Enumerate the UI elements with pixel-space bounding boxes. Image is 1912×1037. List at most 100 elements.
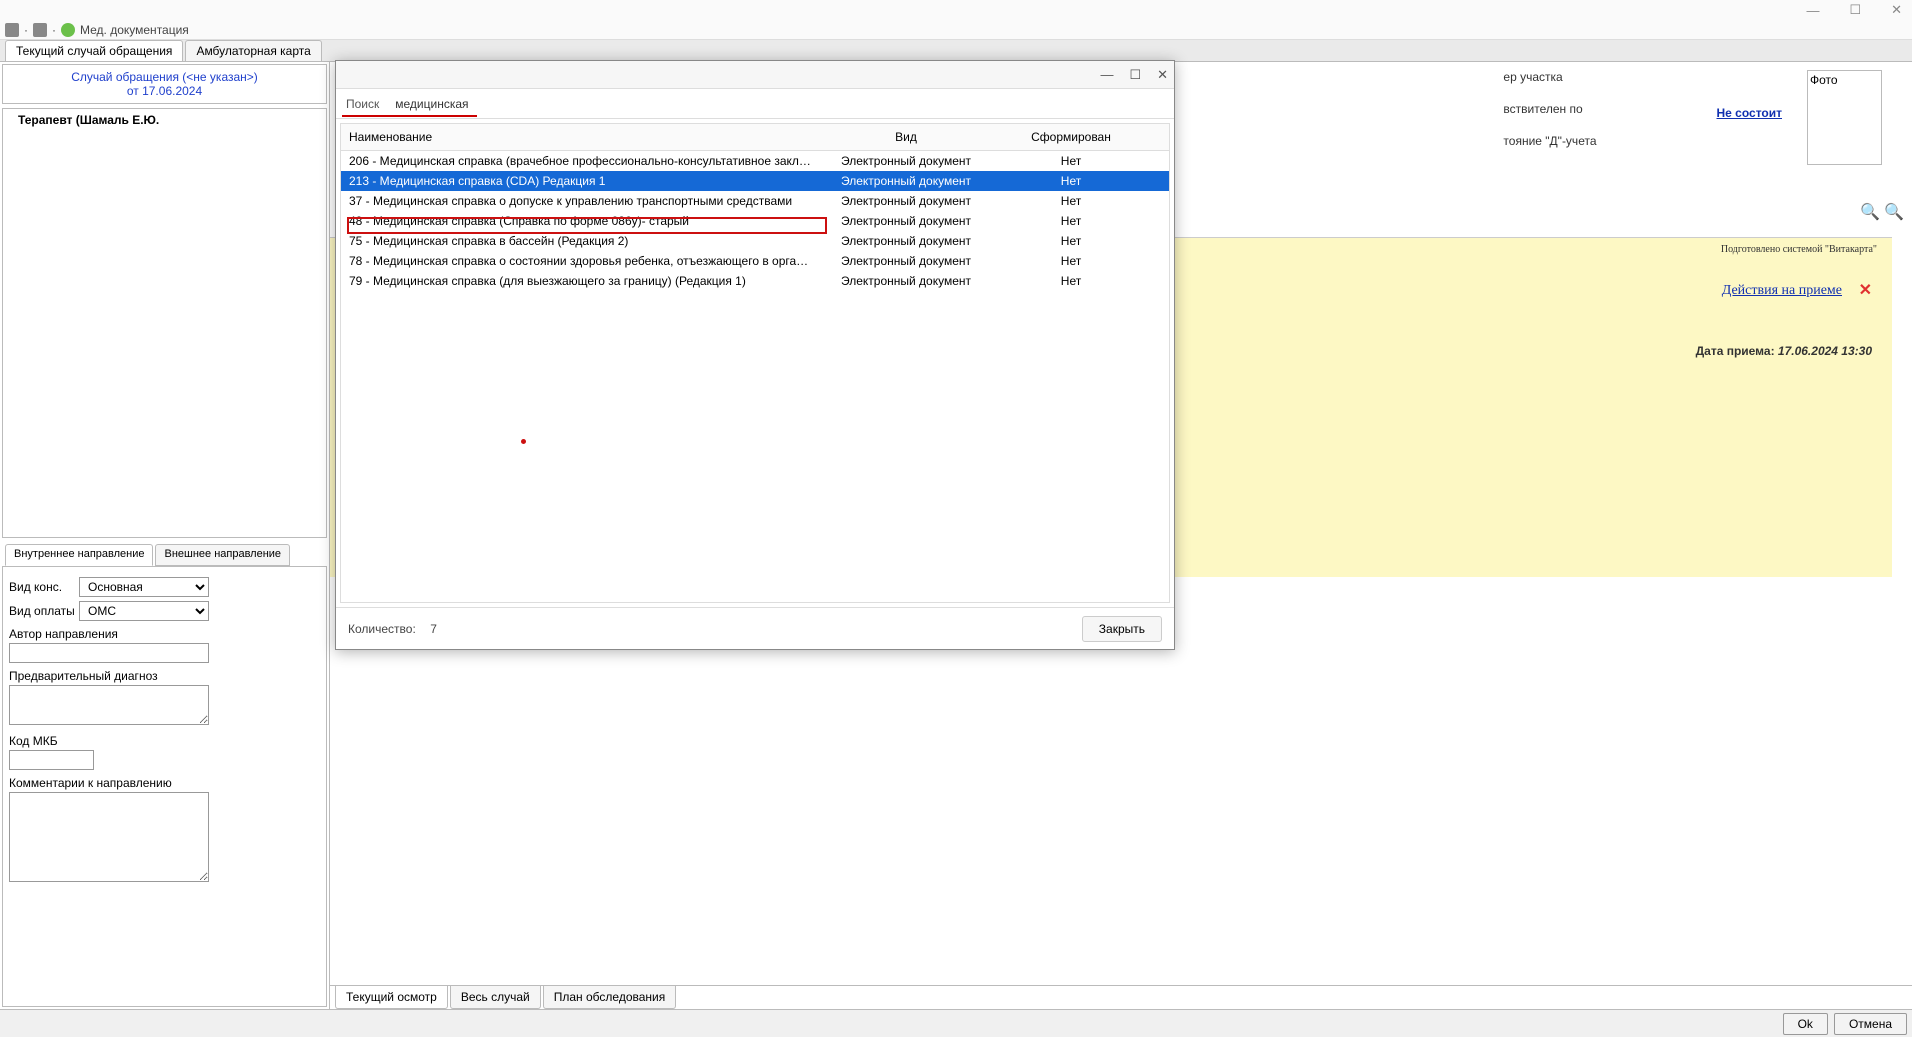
- cell-type: Электронный документ: [821, 273, 991, 289]
- cell-name: 206 - Медицинская справка (врачебное про…: [341, 153, 821, 169]
- photo-label: Фото: [1810, 73, 1838, 87]
- table-row[interactable]: 37 - Медицинская справка о допуске к упр…: [341, 191, 1169, 211]
- tab-exam-plan[interactable]: План обследования: [543, 986, 677, 1009]
- table-row[interactable]: 78 - Медицинская справка о состоянии здо…: [341, 251, 1169, 271]
- area-label: ер участка: [1503, 70, 1596, 84]
- cell-name: 213 - Медицинская справка (CDA) Редакция…: [341, 173, 821, 189]
- cell-type: Электронный документ: [821, 213, 991, 229]
- cell-type: Электронный документ: [821, 173, 991, 189]
- window-titlebar: — ☐ ✕: [0, 0, 1912, 20]
- left-panel: Случай обращения (<не указан>) от 17.06.…: [0, 62, 330, 1009]
- tab-current-case[interactable]: Текущий случай обращения: [5, 40, 183, 61]
- table-row[interactable]: 48 - Медицинская справка (Справка по фор…: [341, 211, 1169, 231]
- zoom-bar: 🔍 🔍: [1860, 202, 1904, 222]
- pay-select[interactable]: ОМС: [79, 601, 209, 621]
- mkb-input[interactable]: [9, 750, 94, 770]
- prediag-input[interactable]: [9, 685, 209, 725]
- search-dialog: — ☐ ✕ Поиск медицинская Наименование Вид…: [335, 60, 1175, 650]
- dstatus-link[interactable]: Не состоит: [1717, 106, 1783, 120]
- cell-generated: Нет: [991, 253, 1151, 269]
- cell-name: 75 - Медицинская справка в бассейн (Реда…: [341, 233, 821, 249]
- author-label: Автор направления: [9, 627, 320, 641]
- dialog-maximize-icon[interactable]: ☐: [1129, 67, 1141, 83]
- search-label: Поиск: [346, 97, 379, 111]
- cell-type: Электронный документ: [821, 153, 991, 169]
- photo-box: Фото: [1807, 70, 1882, 165]
- dialog-close-icon[interactable]: ✕: [1157, 67, 1168, 83]
- zoom-in-icon[interactable]: 🔍: [1860, 202, 1880, 222]
- cell-type: Электронный документ: [821, 233, 991, 249]
- dialog-titlebar: — ☐ ✕: [336, 61, 1174, 89]
- count-text: Количество: 7: [348, 621, 437, 636]
- prediag-label: Предварительный диагноз: [9, 669, 320, 683]
- cons-select[interactable]: Основная: [79, 577, 209, 597]
- bottom-tabs: Текущий осмотр Весь случай План обследов…: [330, 985, 1912, 1009]
- tree-node-therapist[interactable]: Терапевт (Шамаль Е.Ю.: [3, 109, 326, 131]
- col-generated[interactable]: Сформирован: [991, 124, 1151, 150]
- comments-input[interactable]: [9, 792, 209, 882]
- cell-generated: Нет: [991, 193, 1151, 209]
- cell-type: Электронный документ: [821, 253, 991, 269]
- app-toolbar: · · Мед. документация: [0, 20, 1912, 40]
- col-name[interactable]: Наименование: [341, 124, 821, 150]
- cell-generated: Нет: [991, 273, 1151, 289]
- cancel-button[interactable]: Отмена: [1834, 1013, 1907, 1035]
- cell-generated: Нет: [991, 153, 1151, 169]
- ok-button[interactable]: Ok: [1783, 1013, 1828, 1035]
- dstatus-label: тояние "Д"-учета: [1503, 134, 1596, 148]
- maximize-icon[interactable]: ☐: [1849, 2, 1861, 18]
- cell-type: Электронный документ: [821, 193, 991, 209]
- case-date[interactable]: от 17.06.2024: [127, 84, 202, 98]
- table-row[interactable]: 75 - Медицинская справка в бассейн (Реда…: [341, 231, 1169, 251]
- valid-label: вствителен по: [1503, 102, 1596, 116]
- comments-label: Комментарии к направлению: [9, 776, 320, 790]
- direction-form: Вид конс. Основная Вид оплаты ОМС Автор …: [2, 566, 327, 1008]
- cell-generated: Нет: [991, 173, 1151, 189]
- tab-internal-direction[interactable]: Внутреннее направление: [5, 544, 153, 566]
- note-close-icon[interactable]: ✕: [1859, 280, 1872, 300]
- pay-label: Вид оплаты: [9, 604, 79, 618]
- table-row[interactable]: 79 - Медицинская справка (для выезжающег…: [341, 271, 1169, 291]
- table-header: Наименование Вид Сформирован: [341, 124, 1169, 151]
- zoom-out-icon[interactable]: 🔍: [1884, 202, 1904, 222]
- search-input[interactable]: медицинская: [395, 97, 468, 111]
- search-underline: [342, 115, 477, 117]
- toolbar-title: Мед. документация: [80, 23, 189, 37]
- case-box: Случай обращения (<не указан>) от 17.06.…: [2, 64, 327, 104]
- col-type[interactable]: Вид: [821, 124, 991, 150]
- table-row[interactable]: 213 - Медицинская справка (CDA) Редакция…: [341, 171, 1169, 191]
- close-button[interactable]: Закрыть: [1082, 616, 1162, 642]
- tool-icon-1[interactable]: [5, 23, 19, 37]
- cell-generated: Нет: [991, 233, 1151, 249]
- note-actions-link[interactable]: Действия на приеме: [1722, 283, 1842, 299]
- tab-whole-case[interactable]: Весь случай: [450, 986, 541, 1009]
- footer: Ok Отмена: [0, 1009, 1912, 1037]
- case-head: Случай обращения (<не указан>) от 17.06.…: [3, 65, 326, 103]
- note-date: Дата приема: 17.06.2024 13:30: [1696, 343, 1872, 360]
- red-dot: [521, 439, 526, 444]
- cell-generated: Нет: [991, 213, 1151, 229]
- table-body: 206 - Медицинская справка (врачебное про…: [341, 151, 1169, 291]
- direction-tabs: Внутреннее направление Внешнее направлен…: [0, 544, 329, 566]
- case-tree[interactable]: Терапевт (Шамаль Е.Ю.: [2, 108, 327, 538]
- cons-label: Вид конс.: [9, 580, 79, 594]
- tab-ambulatory-card[interactable]: Амбулаторная карта: [185, 40, 321, 61]
- tool-icon-2[interactable]: [33, 23, 47, 37]
- cell-name: 48 - Медицинская справка (Справка по фор…: [341, 213, 821, 229]
- info-icon[interactable]: [61, 23, 75, 37]
- mkb-label: Код МКБ: [9, 734, 320, 748]
- tab-external-direction[interactable]: Внешнее направление: [155, 544, 290, 566]
- case-link[interactable]: Случай обращения (<не указан>): [71, 70, 258, 84]
- close-icon[interactable]: ✕: [1891, 2, 1902, 18]
- results-table: Наименование Вид Сформирован 206 - Медиц…: [340, 123, 1170, 603]
- note-system: Подготовлено системой "Витакарта": [1721, 244, 1877, 255]
- cell-name: 37 - Медицинская справка о допуске к упр…: [341, 193, 821, 209]
- author-input[interactable]: [9, 643, 209, 663]
- main-tabs: Текущий случай обращения Амбулаторная ка…: [0, 40, 1912, 62]
- dialog-minimize-icon[interactable]: —: [1100, 67, 1113, 82]
- minimize-icon[interactable]: —: [1806, 3, 1819, 18]
- cell-name: 79 - Медицинская справка (для выезжающег…: [341, 273, 821, 289]
- table-row[interactable]: 206 - Медицинская справка (врачебное про…: [341, 151, 1169, 171]
- tab-current-exam[interactable]: Текущий осмотр: [335, 986, 448, 1009]
- cell-name: 78 - Медицинская справка о состоянии здо…: [341, 253, 821, 269]
